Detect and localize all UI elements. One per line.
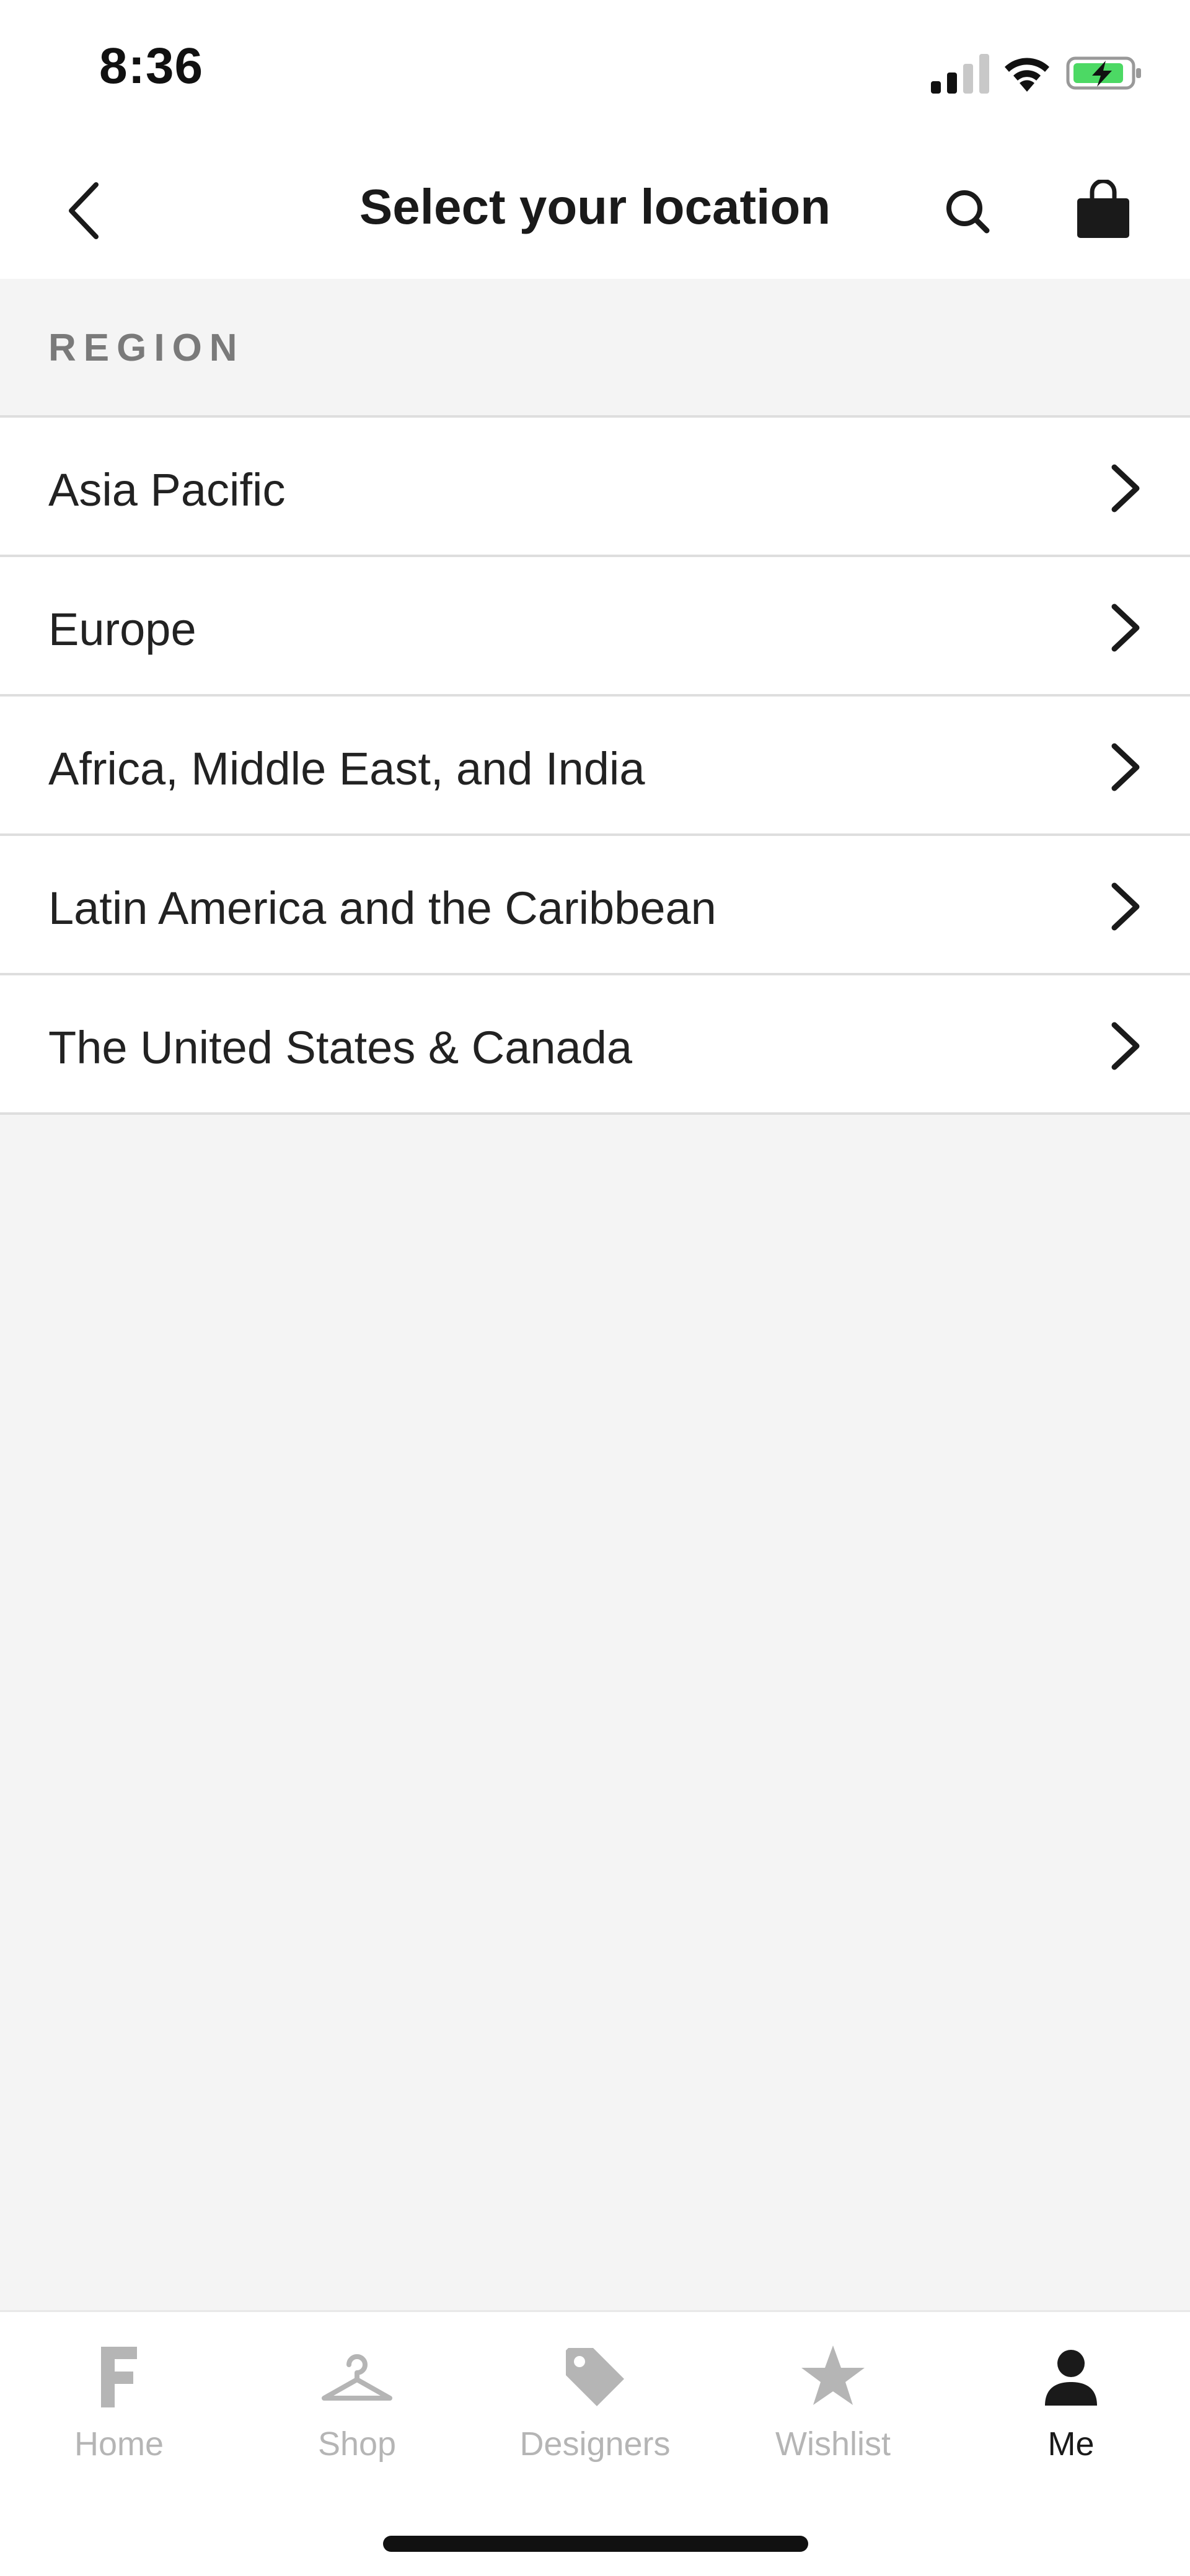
shopping-bag-button[interactable] [1069,177,1137,245]
region-header-label: REGION [48,327,245,369]
tab-label: Wishlist [775,2425,891,2463]
region-item-label: Europe [48,604,196,655]
chevron-right-icon [1111,743,1140,791]
chevron-right-icon [1111,464,1140,512]
page-title: Select your location [359,179,831,234]
chevron-right-icon [1111,1022,1140,1070]
battery-charging-icon [1066,56,1141,90]
tab-label: Shop [317,2425,397,2463]
region-item-label: Latin America and the Caribbean [48,882,716,934]
chevron-right-icon [1111,604,1140,652]
region-item-label: The United States & Canada [48,1022,633,1073]
tag-icon [566,2348,624,2406]
region-item-europe[interactable]: Europe [0,557,1190,697]
tab-designers[interactable]: Designers [476,2337,714,2473]
tab-shop[interactable]: Shop [238,2337,476,2473]
region-section-header: REGION [0,279,1190,418]
search-icon [946,190,990,234]
farfetch-f-icon [101,2347,137,2407]
region-item-asia-pacific[interactable]: Asia Pacific [0,418,1190,557]
region-item-africa-middle-east-india[interactable]: Africa, Middle East, and India [0,697,1190,836]
home-indicator[interactable] [383,2536,808,2552]
person-icon [1045,2350,1097,2406]
region-item-label: Africa, Middle East, and India [48,743,645,794]
tab-label: Me [1047,2425,1095,2463]
tab-me[interactable]: Me [952,2337,1190,2473]
tab-wishlist[interactable]: Wishlist [714,2337,952,2473]
tab-label: Home [74,2425,164,2463]
tab-label: Designers [519,2425,671,2463]
search-button[interactable] [936,180,998,242]
region-item-latin-america-caribbean[interactable]: Latin America and the Caribbean [0,836,1190,975]
status-time: 8:36 [99,38,204,94]
shopping-bag-icon [1077,180,1129,238]
nav-bar: Select your location [0,143,1190,279]
cellular-signal-icon [931,54,989,94]
region-item-label: Asia Pacific [48,464,286,516]
region-item-united-states-canada[interactable]: The United States & Canada [0,975,1190,1115]
region-list: Asia Pacific Europe Africa, Middle East,… [0,418,1190,1115]
wifi-icon [1005,58,1049,92]
hanger-icon [322,2354,392,2401]
chevron-right-icon [1111,882,1140,931]
star-icon [801,2345,865,2405]
status-bar: 8:36 [0,0,1190,143]
tab-home[interactable]: Home [0,2337,238,2473]
